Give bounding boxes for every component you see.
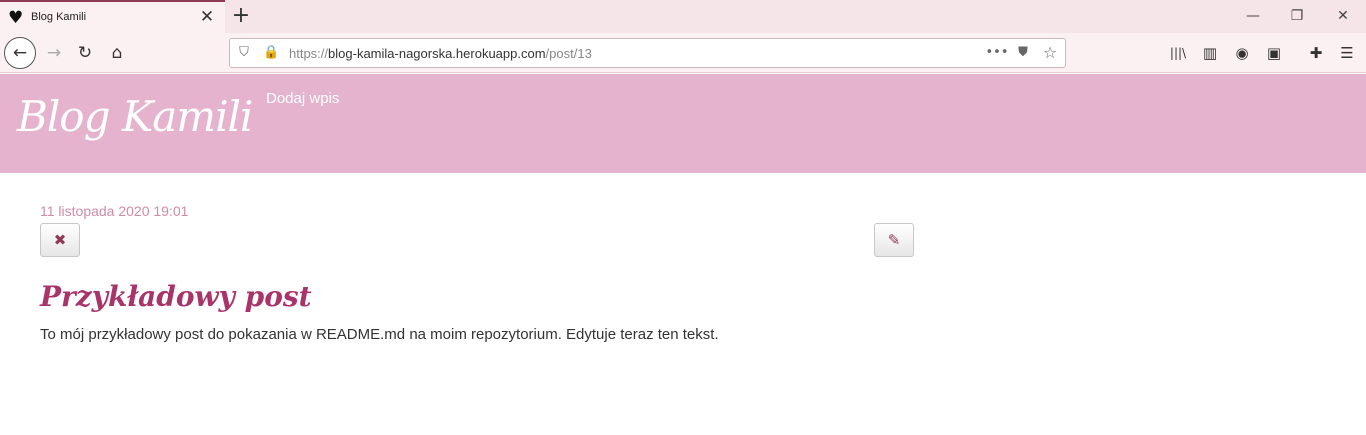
delete-post-button[interactable]: ✖ xyxy=(40,223,80,257)
screenshot-icon[interactable]: ▣ xyxy=(1264,43,1284,63)
edit-post-button[interactable]: ✎ xyxy=(874,223,914,257)
tab-blog-kamili[interactable]: ♥ Blog Kamili ✕ xyxy=(0,0,225,33)
url-prefix: https:// xyxy=(289,46,329,61)
url-text[interactable]: https://blog-kamila-nagorska.herokuapp.c… xyxy=(289,46,592,61)
more-actions-icon[interactable]: ••• xyxy=(985,45,1009,61)
tab-bar: ♥ Blog Kamili ✕ + — ❐ ✕ xyxy=(0,0,1366,33)
lock-icon[interactable]: 🔒 xyxy=(263,45,279,61)
heart-icon: ♥ xyxy=(8,8,24,28)
new-tab-icon[interactable]: + xyxy=(230,4,252,28)
restore-icon[interactable]: ❐ xyxy=(1287,6,1307,26)
window-close-icon[interactable]: ✕ xyxy=(1333,6,1353,26)
tab-close-icon[interactable]: ✕ xyxy=(199,8,215,26)
reload-button[interactable]: ↻ xyxy=(71,39,99,67)
home-button[interactable]: ⌂ xyxy=(103,39,131,67)
forward-button[interactable]: → xyxy=(40,39,68,67)
shield-icon[interactable]: ⛉ xyxy=(236,45,252,61)
url-path: /post/13 xyxy=(545,46,592,61)
url-bar[interactable]: ⛉ 🔒 https://blog-kamila-nagorska.herokua… xyxy=(229,38,1066,68)
navigation-bar: ← → ↻ ⌂ ⛉ 🔒 https://blog-kamila-nagorska… xyxy=(0,33,1366,73)
site-header: Blog Kamili Dodaj wpis xyxy=(0,74,1366,173)
tab-title: Blog Kamili xyxy=(31,11,87,23)
back-button[interactable]: ← xyxy=(4,37,36,69)
delete-icon: ✖ xyxy=(53,231,67,249)
library-icon[interactable]: |||\ xyxy=(1168,43,1188,63)
post-body: To mój przykładowy post do pokazania w R… xyxy=(40,326,719,343)
add-post-link[interactable]: Dodaj wpis xyxy=(266,90,339,107)
star-icon[interactable]: ☆ xyxy=(1042,45,1058,61)
pocket-icon[interactable]: ⛊ xyxy=(1015,45,1031,61)
sidebar-icon[interactable]: ▥ xyxy=(1200,43,1220,63)
post-date: 11 listopada 2020 19:01 xyxy=(40,203,189,219)
site-logo[interactable]: Blog Kamili xyxy=(17,92,253,141)
extension-icon[interactable]: ✚ xyxy=(1306,43,1326,63)
url-host: blog-kamila-nagorska.herokuapp.com xyxy=(328,46,546,61)
post-title: Przykładowy post xyxy=(40,280,312,313)
pencil-icon: ✎ xyxy=(887,231,901,249)
minimize-icon[interactable]: — xyxy=(1243,6,1263,26)
menu-icon[interactable]: ☰ xyxy=(1337,43,1357,63)
account-icon[interactable]: ◉ xyxy=(1232,43,1252,63)
